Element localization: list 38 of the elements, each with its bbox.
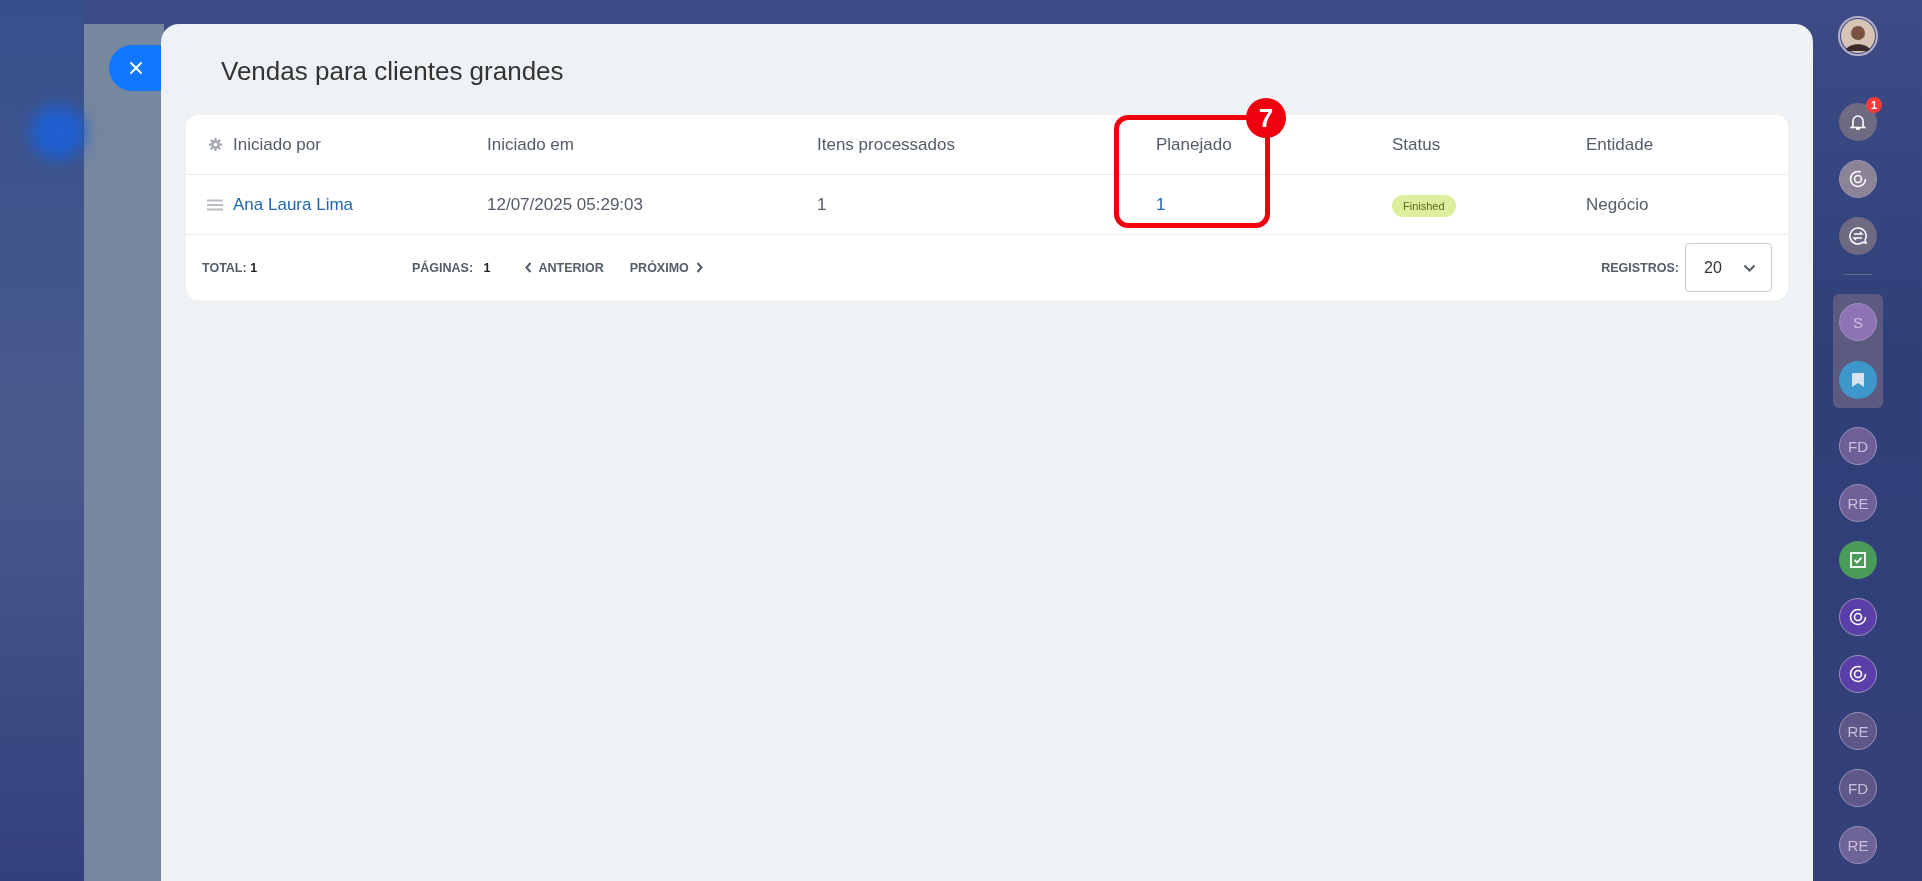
status-badge: Finished <box>1392 194 1456 217</box>
table-cell: 1 <box>817 194 827 214</box>
next-link[interactable]: PRÓXIMO <box>629 260 703 275</box>
chevron-right-icon <box>695 262 703 273</box>
chevron-down-icon <box>1743 263 1756 272</box>
column-header[interactable]: Iniciado em <box>487 134 574 154</box>
drag-handle-icon[interactable] <box>207 198 223 211</box>
user-avatar[interactable] <box>1838 16 1878 56</box>
table-link[interactable]: 1 <box>1156 194 1166 214</box>
column-header[interactable]: Status <box>1392 134 1441 154</box>
chat-swap-icon[interactable] <box>1839 217 1877 255</box>
close-icon <box>129 61 143 75</box>
bookmark-icon <box>1851 372 1865 388</box>
step-badge: 7 <box>1246 98 1286 138</box>
table-cell: Negócio <box>1586 194 1649 214</box>
chat-avatar[interactable]: RE <box>1839 712 1877 750</box>
bell-icon <box>1848 112 1868 132</box>
table-cell: 12/07/2025 05:29:03 <box>487 194 643 214</box>
records-select[interactable]: 20 <box>1685 243 1772 292</box>
swirl-icon[interactable] <box>1839 655 1877 693</box>
swirl-icon[interactable] <box>1839 598 1877 636</box>
dialog-title: Vendas para clientes grandes <box>220 55 565 88</box>
column-header[interactable]: Itens processados <box>817 134 955 154</box>
checkbox-icon[interactable] <box>1839 541 1877 579</box>
column-header[interactable]: Planejado <box>1156 134 1232 154</box>
chevron-left-icon <box>524 262 532 273</box>
records-label: REGISTROS: <box>1601 260 1679 275</box>
notification-count: 1 <box>1866 97 1882 113</box>
swirl-icon[interactable] <box>1839 160 1877 198</box>
column-header[interactable]: Entidade <box>1586 134 1654 154</box>
notifications-button[interactable] <box>1839 103 1877 141</box>
column-header[interactable]: Iniciado por <box>233 134 321 154</box>
total-count: TOTAL: 1 <box>202 260 259 275</box>
bookmark-button[interactable] <box>1839 361 1877 399</box>
table-link[interactable]: Ana Laura Lima <box>233 194 354 214</box>
chat-avatar[interactable]: FD <box>1839 769 1877 807</box>
page-count: PÁGINAS: 1 <box>412 260 491 275</box>
previous-link[interactable]: ANTERIOR <box>524 260 604 275</box>
